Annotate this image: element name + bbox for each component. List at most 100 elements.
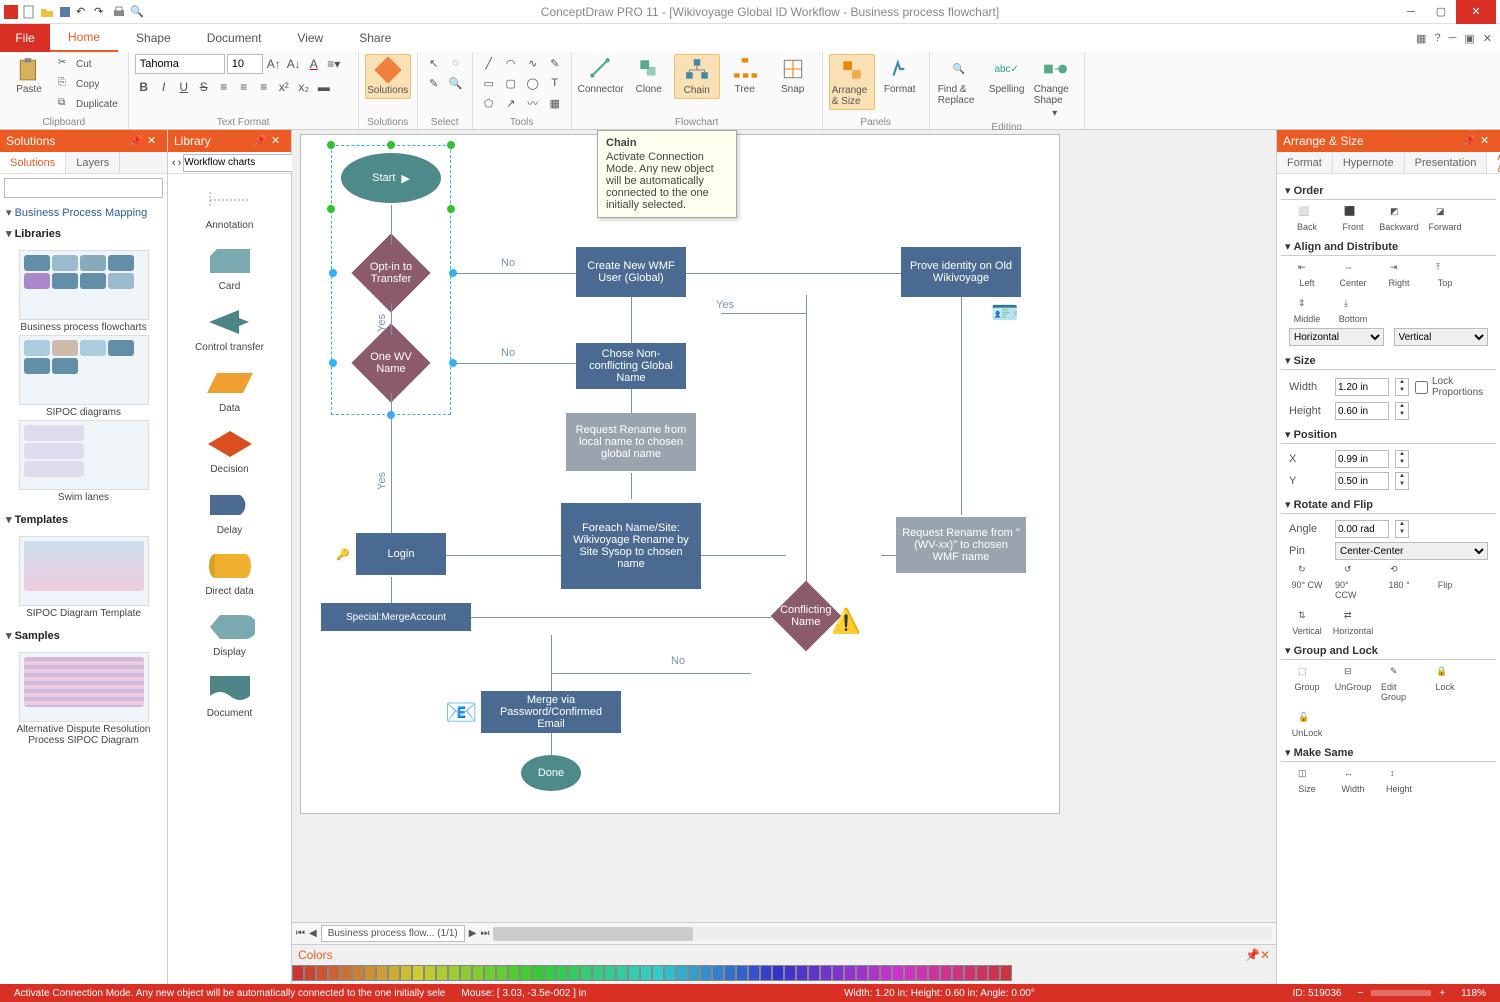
order-forward[interactable]: ◪Forward <box>1427 206 1463 232</box>
pin-icon[interactable]: 📌 <box>253 134 267 148</box>
format-button[interactable]: Format <box>877 54 923 97</box>
resize-handle[interactable] <box>327 205 335 213</box>
resize-handle[interactable] <box>447 205 455 213</box>
pin-icon[interactable]: 📌 <box>1245 948 1260 962</box>
node-create[interactable]: Create New WMF User (Global) <box>576 247 686 297</box>
color-swatch[interactable] <box>784 965 796 981</box>
color-swatch[interactable] <box>556 965 568 981</box>
color-swatch[interactable] <box>520 965 532 981</box>
font-size-select[interactable] <box>227 54 263 74</box>
color-swatch[interactable] <box>904 965 916 981</box>
polygon-tool-icon[interactable]: ⬠ <box>479 94 499 112</box>
align-top[interactable]: ⤒Top <box>1427 262 1463 288</box>
subtab-presentation[interactable]: Presentation <box>1405 152 1488 173</box>
connection-handle[interactable] <box>329 359 337 367</box>
new-doc-icon[interactable] <box>22 5 36 19</box>
minimize-button[interactable]: ─ <box>1396 0 1426 24</box>
flip-v[interactable]: ⇅Vertical <box>1289 610 1325 636</box>
hscroll-thumb[interactable] <box>493 927 693 941</box>
section-make-same[interactable]: Make Same <box>1281 740 1496 762</box>
pin-icon[interactable]: 📌 <box>129 134 143 148</box>
color-swatch[interactable] <box>292 965 304 981</box>
file-tab[interactable]: File <box>0 24 50 52</box>
color-swatch[interactable] <box>688 965 700 981</box>
freehand-tool-icon[interactable]: ✎ <box>545 54 565 72</box>
bezier-tool-icon[interactable]: 〰 <box>523 94 543 112</box>
node-merge[interactable]: 📧Merge via Password/Confirmed Email <box>481 691 621 733</box>
color-swatch[interactable] <box>316 965 328 981</box>
color-swatch[interactable] <box>400 965 412 981</box>
text-tool-icon[interactable]: T <box>545 74 565 92</box>
color-swatch[interactable] <box>988 965 1000 981</box>
canvas-scroll[interactable]: Start▶ Opt-in to Transfer One WV Name <box>292 130 1276 922</box>
rect-tool-icon[interactable]: ▭ <box>479 74 499 92</box>
arrange-size-button[interactable]: Arrange & Size <box>829 54 875 110</box>
color-swatch[interactable] <box>424 965 436 981</box>
page-tab[interactable]: Business process flow... (1/1) <box>321 925 465 942</box>
next-lib-icon[interactable]: › <box>178 157 182 169</box>
subtab-layers[interactable]: Layers <box>66 152 120 173</box>
shape-delay[interactable]: Delay <box>205 489 255 536</box>
rotate-cw[interactable]: ↻90° CW <box>1289 564 1325 600</box>
save-icon[interactable] <box>58 5 72 19</box>
color-swatch[interactable] <box>772 965 784 981</box>
close-panel-icon[interactable]: ✕ <box>271 134 285 148</box>
x-spinner[interactable]: ▲▼ <box>1395 450 1409 468</box>
superscript-icon[interactable]: x² <box>275 78 293 96</box>
minimize-ribbon-icon[interactable]: ─ <box>1449 32 1457 44</box>
node-start[interactable]: Start▶ <box>341 153 441 203</box>
shape-data[interactable]: Data <box>205 367 255 414</box>
color-swatch[interactable] <box>796 965 808 981</box>
align-middle[interactable]: ⇕Middle <box>1289 298 1325 324</box>
lock-proportions[interactable] <box>1415 381 1428 394</box>
unlock-btn[interactable]: 🔓UnLock <box>1289 712 1325 738</box>
chain-button[interactable]: Chain <box>674 54 720 99</box>
y-input[interactable] <box>1335 472 1389 490</box>
connection-handle[interactable] <box>329 269 337 277</box>
font-color-icon[interactable]: A <box>305 55 323 73</box>
spline-tool-icon[interactable]: ∿ <box>523 54 543 72</box>
next-page-icon[interactable]: ▶ <box>469 928 477 939</box>
status-zoom-in[interactable]: + <box>1431 988 1453 999</box>
color-swatch[interactable] <box>676 965 688 981</box>
duplicate-button[interactable]: ⧉Duplicate <box>54 94 122 114</box>
grow-font-icon[interactable]: A↑ <box>265 55 283 73</box>
distribute-h[interactable]: Horizontal <box>1289 328 1384 346</box>
color-swatch[interactable] <box>760 965 772 981</box>
thumb-sipoc-template[interactable]: SIPOC Diagram Template <box>14 536 154 619</box>
color-swatch[interactable] <box>892 965 904 981</box>
tab-home[interactable]: Home <box>50 24 118 52</box>
node-done[interactable]: Done <box>521 755 581 791</box>
paste-button[interactable]: Paste <box>6 54 52 97</box>
color-swatch[interactable] <box>532 965 544 981</box>
section-bp-mapping[interactable]: Business Process Mapping <box>4 202 163 223</box>
color-swatch[interactable] <box>412 965 424 981</box>
pin-icon[interactable]: 📌 <box>1462 134 1476 148</box>
shape-document[interactable]: Document <box>205 672 255 719</box>
color-swatch[interactable] <box>1000 965 1012 981</box>
same-size[interactable]: ◫Size <box>1289 768 1325 794</box>
prev-page-icon[interactable]: ◀ <box>309 928 317 939</box>
node-reqwvxx[interactable]: Request Rename from "(WV-xx)" to chosen … <box>896 517 1026 573</box>
clone-button[interactable]: Clone <box>626 54 672 97</box>
solutions-search[interactable] <box>4 178 163 198</box>
last-page-icon[interactable]: ⏭ <box>480 928 489 939</box>
color-swatch[interactable] <box>748 965 760 981</box>
thumb-swim[interactable]: Swim lanes <box>14 420 154 503</box>
spelling-button[interactable]: abc✓Spelling <box>984 54 1030 97</box>
connector-button[interactable]: Connector <box>578 54 624 97</box>
node-prove[interactable]: Prove identity on Old Wikivoyage <box>901 247 1021 297</box>
thumb-adr-sample[interactable]: Alternative Dispute Resolution Process S… <box>14 652 154 746</box>
shape-decision[interactable]: Decision <box>205 428 255 475</box>
angle-spinner[interactable]: ▲▼ <box>1395 520 1409 538</box>
ungroup-btn[interactable]: ⊟UnGroup <box>1335 666 1371 702</box>
order-backward[interactable]: ◩Backward <box>1381 206 1417 232</box>
color-swatch[interactable] <box>976 965 988 981</box>
maximize-button[interactable]: ▢ <box>1426 0 1456 24</box>
section-group[interactable]: Group and Lock <box>1281 638 1496 660</box>
snap-button[interactable]: Snap <box>770 54 816 97</box>
section-size[interactable]: Size <box>1281 348 1496 370</box>
edit-group-btn[interactable]: ✎Edit Group <box>1381 666 1417 702</box>
color-swatch[interactable] <box>868 965 880 981</box>
prev-lib-icon[interactable]: ‹ <box>172 157 176 169</box>
